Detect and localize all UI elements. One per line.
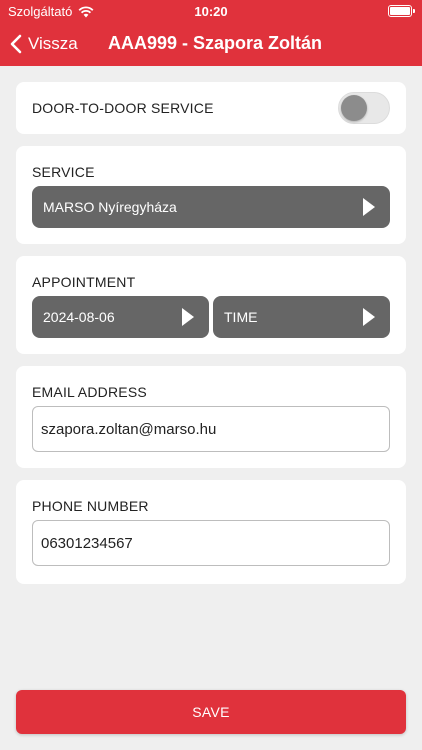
play-arrow-icon bbox=[182, 308, 194, 326]
email-label: EMAIL ADDRESS bbox=[32, 384, 147, 400]
service-label: SERVICE bbox=[32, 164, 95, 180]
appointment-card: APPOINTMENT 2024-08-06 TIME bbox=[16, 256, 406, 354]
status-bar: Szolgáltató 10:20 bbox=[0, 0, 422, 22]
phone-label: PHONE NUMBER bbox=[32, 498, 149, 514]
chevron-left-icon bbox=[10, 34, 22, 54]
time-selector[interactable]: TIME bbox=[213, 296, 390, 338]
phone-card: PHONE NUMBER bbox=[16, 480, 406, 584]
service-card: SERVICE MARSO Nyíregyháza bbox=[16, 146, 406, 244]
battery-level bbox=[390, 7, 410, 15]
back-label: Vissza bbox=[28, 34, 78, 53]
door-to-door-card: DOOR-TO-DOOR SERVICE bbox=[16, 82, 406, 134]
time-value: TIME bbox=[224, 309, 258, 325]
service-value: MARSO Nyíregyháza bbox=[43, 199, 177, 215]
save-button[interactable]: SAVE bbox=[16, 690, 406, 734]
email-field[interactable] bbox=[32, 406, 390, 452]
toggle-knob bbox=[341, 95, 367, 121]
status-time: 10:20 bbox=[194, 4, 228, 19]
nav-bar: Vissza AAA999 - Szapora Zoltán bbox=[0, 22, 422, 66]
date-selector[interactable]: 2024-08-06 bbox=[32, 296, 209, 338]
phone-field[interactable] bbox=[32, 520, 390, 566]
appointment-label: APPOINTMENT bbox=[32, 274, 136, 290]
play-arrow-icon bbox=[363, 198, 375, 216]
date-value: 2024-08-06 bbox=[43, 309, 115, 325]
door-to-door-toggle[interactable] bbox=[338, 92, 390, 124]
back-button[interactable]: Vissza bbox=[10, 30, 78, 58]
play-arrow-icon bbox=[363, 308, 375, 326]
battery-icon bbox=[388, 5, 415, 17]
page-title: AAA999 - Szapora Zoltán bbox=[108, 33, 323, 53]
service-selector[interactable]: MARSO Nyíregyháza bbox=[32, 186, 390, 228]
app-header: Szolgáltató 10:20 Vissza AAA999 - Szapor… bbox=[0, 0, 422, 66]
email-card: EMAIL ADDRESS bbox=[16, 366, 406, 468]
door-to-door-label: DOOR-TO-DOOR SERVICE bbox=[32, 100, 214, 116]
